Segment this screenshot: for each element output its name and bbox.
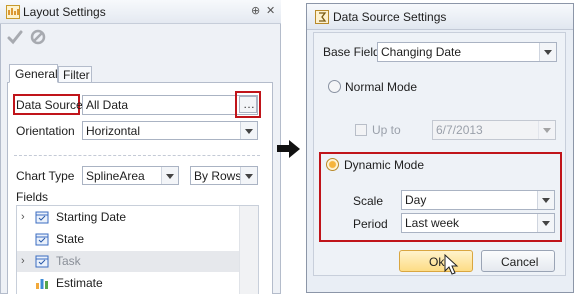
- data-source-ellipsis-button[interactable]: …: [239, 96, 257, 113]
- tab-general[interactable]: General: [9, 64, 58, 83]
- expand-icon[interactable]: ›: [21, 211, 25, 223]
- field-item-task[interactable]: › Task: [17, 251, 239, 272]
- up-to-checkbox[interactable]: [355, 124, 367, 136]
- chart-type-value: SplineArea: [86, 169, 145, 183]
- field-item-estimate[interactable]: Estimate: [17, 273, 239, 294]
- dynamic-mode-radio[interactable]: [326, 158, 339, 171]
- data-source-label: Data Source: [16, 98, 83, 112]
- expand-icon[interactable]: ›: [21, 255, 25, 267]
- data-source-icon: [315, 10, 329, 24]
- ok-button[interactable]: Ok: [399, 250, 473, 272]
- mouse-cursor-icon: [444, 254, 459, 275]
- chevron-down-icon[interactable]: [240, 122, 257, 139]
- normal-mode-radio[interactable]: [328, 80, 341, 93]
- base-field-value: Changing Date: [381, 45, 462, 59]
- chevron-down-icon[interactable]: [240, 167, 257, 184]
- cancel-icon[interactable]: [30, 29, 46, 45]
- apply-icon[interactable]: [7, 29, 23, 45]
- orientation-label: Orientation: [16, 124, 75, 138]
- period-combo[interactable]: Last week: [401, 213, 555, 233]
- base-field-label: Base Field: [323, 45, 380, 59]
- scale-value: Day: [405, 193, 427, 207]
- date-field-icon: [35, 211, 49, 224]
- measure-field-icon: [36, 279, 48, 289]
- cancel-button-label: Cancel: [501, 255, 539, 269]
- date-field-icon: [35, 255, 49, 268]
- chevron-down-icon[interactable]: [539, 43, 556, 61]
- pin-icon[interactable]: ⊕: [251, 4, 260, 18]
- up-to-date-field[interactable]: 6/7/2013: [432, 120, 556, 140]
- by-rows-combo[interactable]: By Rows: [190, 166, 258, 185]
- separator: [14, 155, 260, 156]
- base-field-combo[interactable]: Changing Date: [377, 42, 557, 62]
- scale-label: Scale: [353, 194, 384, 208]
- period-value: Last week: [405, 216, 460, 230]
- ok-button-label: Ok: [429, 255, 445, 269]
- chevron-down-icon[interactable]: [537, 191, 554, 209]
- up-to-value: 6/7/2013: [436, 123, 483, 137]
- chart-type-label: Chart Type: [16, 169, 75, 183]
- chevron-down-icon[interactable]: [538, 121, 555, 139]
- close-icon[interactable]: ✕: [266, 4, 275, 18]
- layout-settings-icon: [6, 5, 20, 19]
- field-item-label: State: [56, 232, 85, 246]
- tab-filter[interactable]: Filter: [58, 66, 92, 83]
- ellipsis-icon: …: [243, 97, 255, 111]
- date-field-icon: [35, 233, 49, 246]
- orientation-value: Horizontal: [86, 124, 141, 138]
- fields-scrollbar[interactable]: [239, 206, 258, 294]
- cancel-button[interactable]: Cancel: [481, 250, 555, 272]
- by-rows-value: By Rows: [194, 169, 242, 183]
- field-item-label: Task: [56, 254, 81, 268]
- layout-settings-title: Layout Settings: [23, 5, 106, 19]
- tab-filter-label: Filter: [63, 68, 90, 82]
- tab-general-label: General: [15, 67, 58, 81]
- chevron-down-icon[interactable]: [161, 167, 178, 184]
- chevron-down-icon[interactable]: [537, 214, 554, 232]
- field-item-label: Estimate: [56, 276, 103, 290]
- normal-mode-label: Normal Mode: [345, 80, 418, 94]
- period-label: Period: [353, 217, 388, 231]
- arrow-right-icon: [289, 140, 300, 158]
- field-item-label: Starting Date: [56, 210, 127, 224]
- field-item-state[interactable]: State: [17, 229, 239, 250]
- dialog-title: Data Source Settings: [333, 10, 447, 24]
- data-source-value: All Data: [86, 98, 129, 112]
- data-source-field[interactable]: All Data: [82, 95, 258, 115]
- chart-type-combo[interactable]: SplineArea: [82, 166, 179, 185]
- scale-combo[interactable]: Day: [401, 190, 555, 210]
- up-to-label: Up to: [372, 123, 401, 137]
- orientation-combo[interactable]: Horizontal: [82, 121, 258, 140]
- dynamic-mode-label: Dynamic Mode: [344, 158, 425, 172]
- field-item-starting-date[interactable]: › Starting Date: [17, 207, 239, 228]
- fields-label: Fields: [16, 190, 49, 204]
